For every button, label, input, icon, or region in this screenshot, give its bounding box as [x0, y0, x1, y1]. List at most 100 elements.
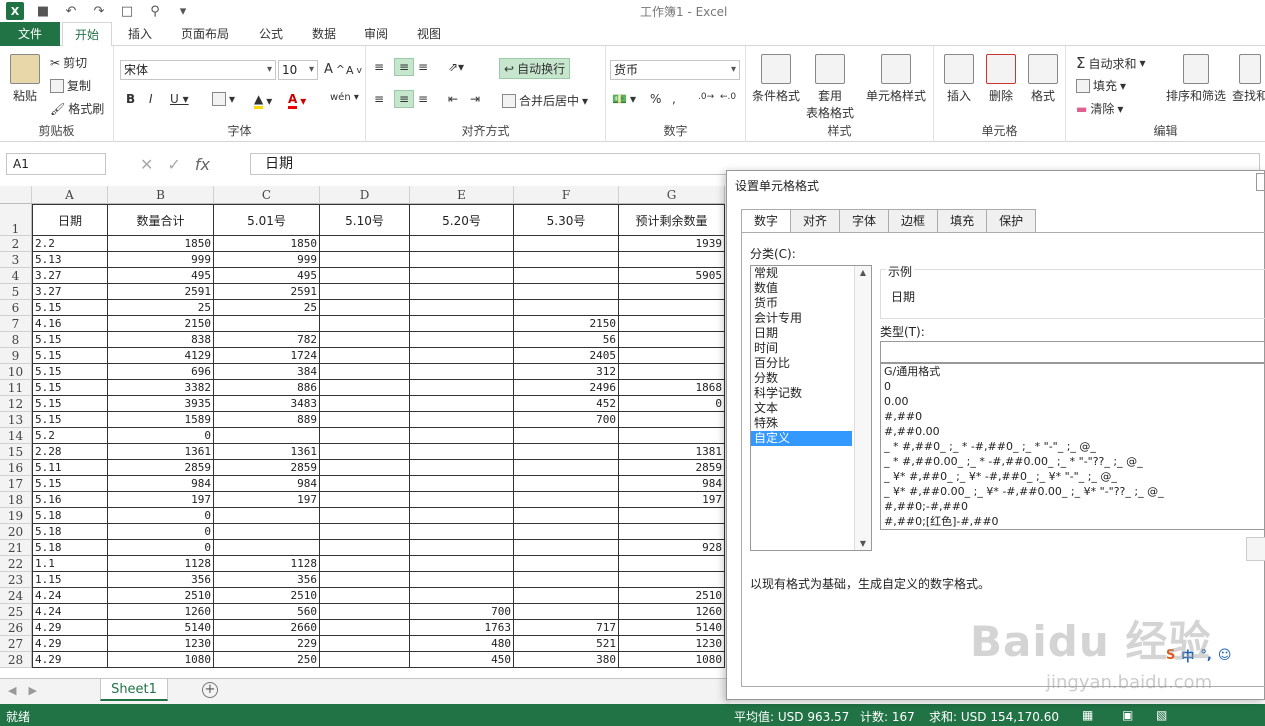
table-cell[interactable]: [320, 604, 410, 620]
table-cell[interactable]: [320, 268, 410, 284]
table-cell[interactable]: [320, 524, 410, 540]
copy-button[interactable]: 复制: [50, 77, 91, 94]
table-cell[interactable]: [320, 284, 410, 300]
table-cell[interactable]: 2405: [514, 348, 619, 364]
table-cell[interactable]: [320, 636, 410, 652]
table-cell[interactable]: [514, 444, 619, 460]
table-cell[interactable]: 5.15: [32, 364, 108, 380]
table-cell[interactable]: 197: [619, 492, 725, 508]
table-cell[interactable]: 0: [619, 396, 725, 412]
font-size-select[interactable]: 10: [278, 60, 318, 80]
tab-review[interactable]: 审阅: [352, 22, 400, 46]
table-cell[interactable]: [320, 332, 410, 348]
spreadsheet-grid[interactable]: A B C D E F G 1 日期 数量合计 5.01号 5.10号 5.20号 5.30号 预计剩余数量…: [0, 186, 730, 678]
table-cell[interactable]: 1939: [619, 236, 725, 252]
table-cell[interactable]: [619, 252, 725, 268]
table-cell[interactable]: [410, 316, 514, 332]
align-top-button[interactable]: ≡: [374, 60, 384, 74]
fill-color-button[interactable]: ▲ ▾: [254, 92, 272, 109]
table-cell[interactable]: 999: [108, 252, 214, 268]
format-code-item[interactable]: 0.00: [881, 394, 1265, 409]
table-cell[interactable]: 2510: [619, 588, 725, 604]
table-cell[interactable]: 384: [214, 364, 320, 380]
format-code-item[interactable]: _ ¥* #,##0.00_ ;_ ¥* -#,##0.00_ ;_ ¥* "-…: [881, 484, 1265, 499]
table-cell[interactable]: [410, 332, 514, 348]
category-item[interactable]: 货币: [751, 296, 852, 311]
table-cell[interactable]: 56: [514, 332, 619, 348]
table-cell[interactable]: 1850: [214, 236, 320, 252]
table-cell[interactable]: 5.15: [32, 396, 108, 412]
table-cell[interactable]: 2859: [619, 460, 725, 476]
table-cell[interactable]: [514, 236, 619, 252]
sheet-next-icon[interactable]: ▶: [28, 684, 36, 697]
category-item[interactable]: 文本: [751, 401, 852, 416]
table-cell[interactable]: 984: [619, 476, 725, 492]
accounting-format-button[interactable]: 💵 ▾: [612, 92, 636, 106]
row-header[interactable]: 18: [0, 492, 32, 508]
phonetic-button[interactable]: wén ▾: [330, 92, 359, 103]
border-button[interactable]: ▾: [212, 92, 235, 106]
paste-button[interactable]: 粘贴: [10, 54, 40, 104]
table-cell[interactable]: [320, 620, 410, 636]
table-cell[interactable]: 3483: [214, 396, 320, 412]
table-cell[interactable]: [514, 460, 619, 476]
table-cell[interactable]: 560: [214, 604, 320, 620]
dialog-tab-number[interactable]: 数字: [741, 209, 792, 233]
format-code-item[interactable]: 0: [881, 379, 1265, 394]
table-cell[interactable]: [619, 284, 725, 300]
table-cell[interactable]: 450: [410, 652, 514, 668]
table-cell[interactable]: 25: [214, 300, 320, 316]
scroll-up-icon[interactable]: ▲: [855, 268, 871, 277]
wrap-text-button[interactable]: ↩ 自动换行: [499, 58, 571, 79]
table-cell[interactable]: 356: [214, 572, 320, 588]
table-cell[interactable]: 1080: [108, 652, 214, 668]
increase-decimal-button[interactable]: .0→: [698, 92, 714, 102]
table-cell[interactable]: 984: [108, 476, 214, 492]
table-cell[interactable]: 2150: [108, 316, 214, 332]
table-cell[interactable]: 5905: [619, 268, 725, 284]
table-cell[interactable]: [320, 460, 410, 476]
bold-button[interactable]: B: [126, 92, 135, 106]
row-header[interactable]: 24: [0, 588, 32, 604]
table-cell[interactable]: [514, 556, 619, 572]
table-cell[interactable]: 4.24: [32, 604, 108, 620]
align-left-button[interactable]: ≡: [374, 92, 384, 106]
undo-icon[interactable]: ↶: [62, 2, 80, 20]
table-cell[interactable]: [619, 556, 725, 572]
table-cell[interactable]: 495: [108, 268, 214, 284]
column-header-e[interactable]: E: [410, 186, 514, 204]
table-cell[interactable]: 2660: [214, 620, 320, 636]
table-cell[interactable]: [619, 508, 725, 524]
save-icon[interactable]: ■: [34, 2, 52, 20]
table-cell[interactable]: 2510: [108, 588, 214, 604]
italic-button[interactable]: I: [149, 92, 153, 106]
table-cell[interactable]: [320, 444, 410, 460]
table-cell[interactable]: 2859: [214, 460, 320, 476]
table-cell[interactable]: 25: [108, 300, 214, 316]
header-cell[interactable]: 5.20号: [410, 204, 514, 236]
table-cell[interactable]: 1763: [410, 620, 514, 636]
table-cell[interactable]: 838: [108, 332, 214, 348]
column-header-b[interactable]: B: [108, 186, 214, 204]
column-header-f[interactable]: F: [514, 186, 619, 204]
dialog-tab-border[interactable]: 边框: [889, 209, 939, 233]
header-cell[interactable]: 数量合计: [108, 204, 214, 236]
category-item[interactable]: 日期: [751, 326, 852, 341]
row-header[interactable]: 11: [0, 380, 32, 396]
row-header[interactable]: 13: [0, 412, 32, 428]
table-cell[interactable]: [514, 604, 619, 620]
new-document-icon[interactable]: □: [118, 2, 136, 20]
table-cell[interactable]: 5.15: [32, 348, 108, 364]
row-header[interactable]: 20: [0, 524, 32, 540]
row-header[interactable]: 4: [0, 268, 32, 284]
table-cell[interactable]: [320, 492, 410, 508]
table-cell[interactable]: 5.15: [32, 476, 108, 492]
enter-icon[interactable]: ✓: [167, 155, 180, 174]
table-cell[interactable]: 696: [108, 364, 214, 380]
find-select-button[interactable]: 查找和: [1232, 54, 1265, 104]
tab-file[interactable]: 文件: [0, 22, 60, 46]
table-cell[interactable]: 1080: [619, 652, 725, 668]
table-cell[interactable]: [320, 364, 410, 380]
table-cell[interactable]: [410, 572, 514, 588]
category-scrollbar[interactable]: ▲ ▼: [854, 266, 871, 550]
